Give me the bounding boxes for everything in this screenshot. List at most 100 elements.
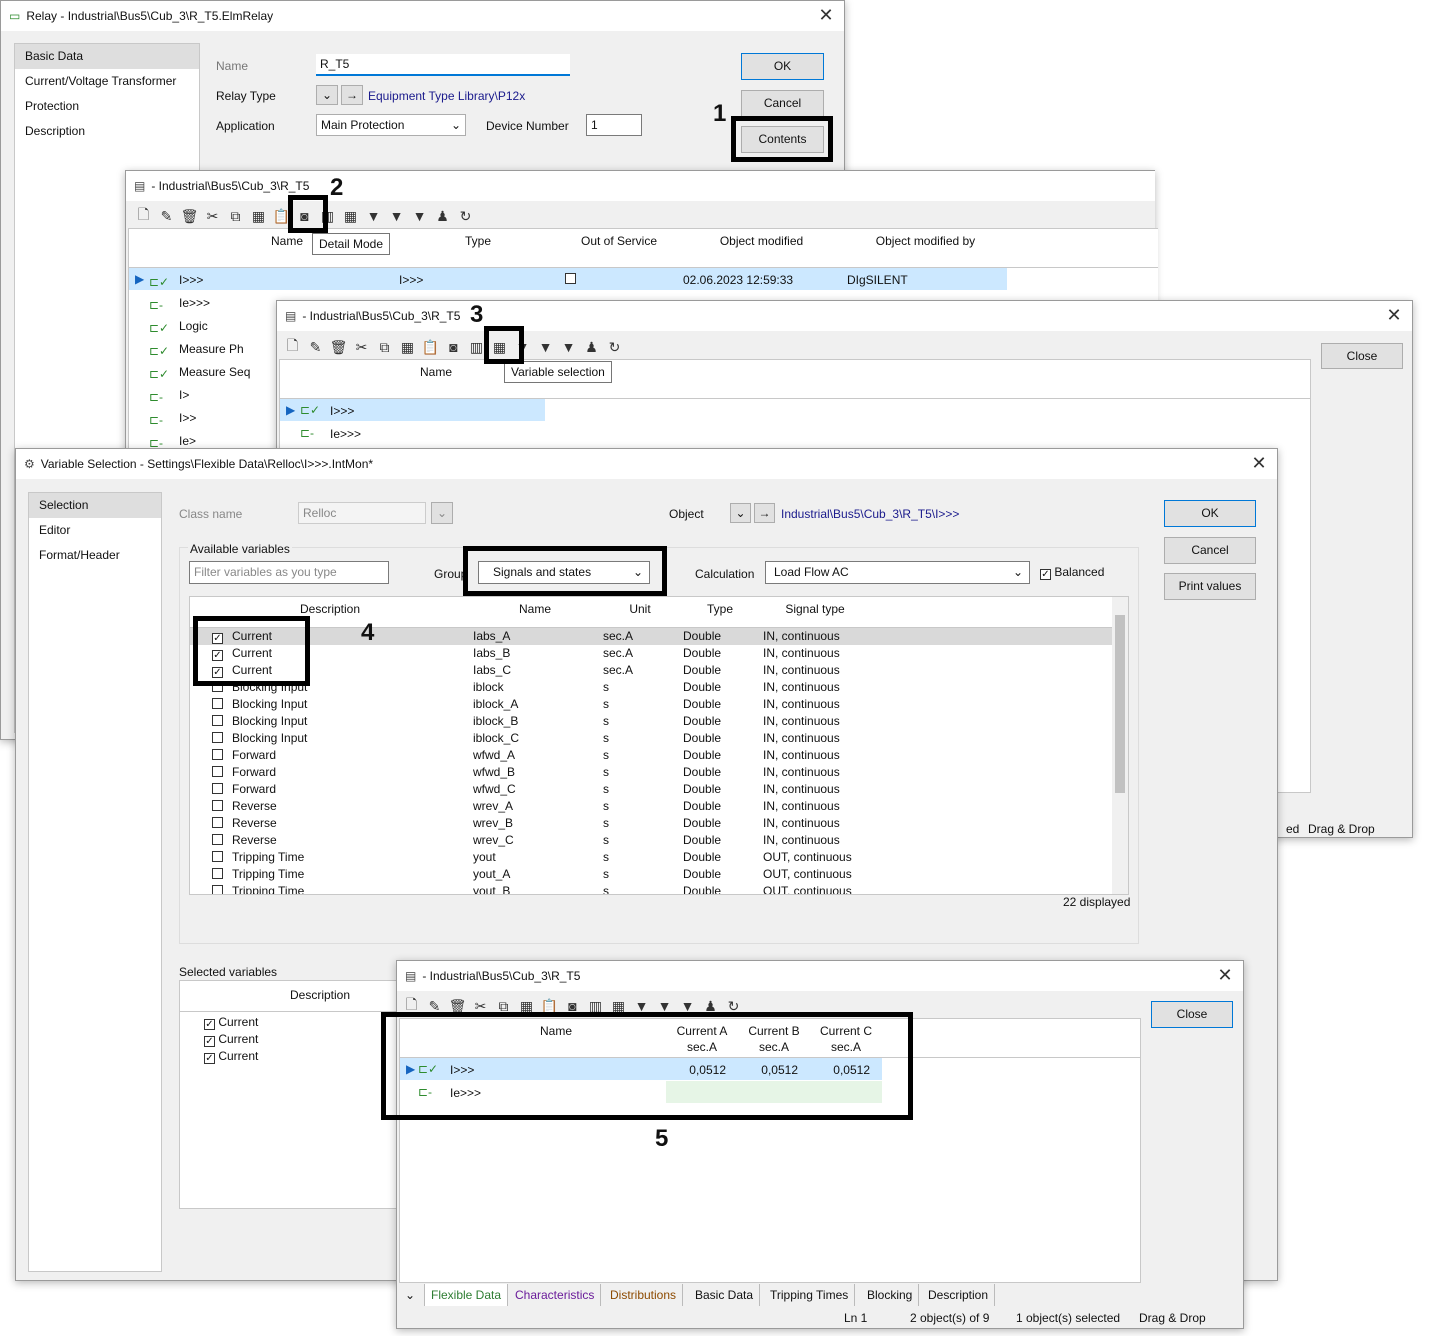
col-header-object-modified[interactable]: Object modified	[679, 233, 844, 249]
cut-icon[interactable]: ✂	[350, 339, 373, 356]
filter-a-icon[interactable]: ▼	[534, 339, 557, 355]
close-icon[interactable]: ✕	[1382, 304, 1406, 328]
variable-row[interactable]: Blocking Input iblock_C s Double IN, continu…	[190, 730, 1112, 747]
calculation-select[interactable]: Load Flow AC ⌄	[765, 561, 1030, 584]
new-object-icon[interactable]: 🗋	[281, 335, 304, 359]
variable-row[interactable]: Tripping Time yout_B s Double OUT, continuou…	[190, 883, 1112, 894]
close-icon[interactable]: ✕	[814, 4, 838, 28]
variable-checkbox[interactable]	[212, 747, 223, 764]
nav-item-editor[interactable]: Editor	[29, 518, 161, 543]
cut-icon[interactable]: ✂	[201, 208, 224, 225]
cancel-button[interactable]: Cancel	[741, 90, 824, 117]
variable-row[interactable]: ✓ Current Iabs_C sec.A Double IN, continuous	[190, 662, 1112, 679]
filter-a-icon[interactable]: ▼	[385, 208, 408, 224]
new-object-icon[interactable]: 🗋	[132, 204, 155, 228]
selected-variable[interactable]: ✓ Current	[204, 1032, 258, 1047]
col-header-description[interactable]: Description	[180, 987, 408, 1003]
close-icon[interactable]: ✕	[1213, 964, 1237, 988]
tab-description[interactable]: Description	[922, 1284, 996, 1306]
relay-type-jump-button[interactable]: →	[341, 85, 363, 105]
variable-row[interactable]: Reverse wrev_B s Double IN, continuous	[190, 815, 1112, 832]
tab-distributions[interactable]: Distributions	[604, 1284, 684, 1306]
col-header-unit[interactable]: Unit	[600, 601, 680, 617]
detail-mode-icon[interactable]: ◙	[442, 339, 465, 355]
variable-checkbox[interactable]	[212, 883, 223, 894]
nav-item-selection[interactable]: Selection	[29, 493, 161, 518]
cancel-button[interactable]: Cancel	[1164, 537, 1256, 564]
variable-checkbox[interactable]	[212, 713, 223, 730]
variable-row[interactable]: Forward wfwd_A s Double IN, continuous	[190, 747, 1112, 764]
filter-icon[interactable]: ▼	[362, 208, 385, 224]
col-header-description[interactable]: Description	[190, 601, 470, 617]
edit-icon[interactable]: ✎	[155, 208, 178, 225]
variable-row[interactable]: Blocking Input iblock_A s Double IN, continu…	[190, 696, 1112, 713]
variable-row[interactable]: Forward wfwd_C s Double IN, continuous	[190, 781, 1112, 798]
paste-icon[interactable]: 📋	[419, 339, 442, 356]
copy-data-icon[interactable]: ▦	[396, 339, 419, 356]
variable-checkbox[interactable]	[212, 696, 223, 713]
variable-row[interactable]: Forward wfwd_B s Double IN, continuous	[190, 764, 1112, 781]
variable-row[interactable]: ✓ Current Iabs_A sec.A Double IN, continuous	[190, 628, 1112, 645]
drag-drop-status[interactable]: Drag & Drop	[1308, 822, 1375, 836]
tab-flexible-data[interactable]: Flexible Data	[425, 1284, 509, 1306]
selected-variable[interactable]: ✓ Current	[204, 1049, 258, 1064]
col-header-out-of-service[interactable]: Out of Service	[559, 233, 679, 249]
close-icon[interactable]: ✕	[1247, 452, 1271, 476]
row-expand-icon[interactable]: ▶	[286, 403, 295, 417]
variable-row[interactable]: Reverse wrev_C s Double IN, continuous	[190, 832, 1112, 849]
variable-row[interactable]: ✓ Current Iabs_B sec.A Double IN, continuous	[190, 645, 1112, 662]
relay-type-link[interactable]: Equipment Type Library\P12x	[368, 89, 525, 103]
relay-type-dropdown-button[interactable]: ⌄	[316, 85, 338, 105]
name-field[interactable]: R_T5	[316, 54, 570, 76]
grid-icon[interactable]: ▦	[339, 208, 362, 225]
status-drag-drop[interactable]: Drag & Drop	[1139, 1311, 1206, 1325]
user-icon[interactable]: ♟	[580, 339, 603, 356]
selected-variable[interactable]: ✓ Current	[204, 1015, 258, 1030]
variable-checkbox[interactable]	[212, 866, 223, 883]
tab-collapse-button[interactable]: ⌄	[399, 1284, 425, 1306]
print-values-button[interactable]: Print values	[1164, 573, 1256, 600]
row-expand-icon[interactable]: ▶	[135, 272, 144, 286]
variable-row[interactable]: Blocking Input iblock s Double IN, continuou…	[190, 679, 1112, 696]
variable-checkbox[interactable]	[212, 832, 223, 849]
nav-item-basic-data[interactable]: Basic Data	[15, 44, 199, 69]
tab-blocking[interactable]: Blocking	[861, 1284, 920, 1306]
copy-icon[interactable]: ⧉	[224, 208, 247, 225]
nav-item-protection[interactable]: Protection	[15, 94, 199, 119]
close-button[interactable]: Close	[1321, 343, 1403, 369]
copy-icon[interactable]: ⧉	[373, 339, 396, 356]
filter-time-icon[interactable]: ▼	[408, 208, 431, 224]
variable-checkbox[interactable]	[212, 815, 223, 832]
variable-checkbox[interactable]	[212, 730, 223, 747]
delete-icon[interactable]: 🗑	[178, 208, 201, 225]
variable-checkbox[interactable]	[212, 764, 223, 781]
variable-row[interactable]: Reverse wrev_A s Double IN, continuous	[190, 798, 1112, 815]
user-icon[interactable]: ♟	[431, 208, 454, 225]
tab-tripping-times[interactable]: Tripping Times	[764, 1284, 856, 1306]
variable-row[interactable]: Tripping Time yout s Double OUT, continuous	[190, 849, 1112, 866]
edit-icon[interactable]: ✎	[304, 339, 327, 356]
object-dropdown-button[interactable]: ⌄	[730, 503, 751, 523]
variable-row[interactable]: Blocking Input iblock_B s Double IN, continu…	[190, 713, 1112, 730]
application-select[interactable]: Main Protection ⌄	[316, 114, 466, 136]
filter-input[interactable]: Filter variables as you type	[189, 561, 389, 584]
ok-button[interactable]: OK	[741, 53, 824, 80]
variable-checkbox[interactable]	[212, 849, 223, 866]
copy-data-icon[interactable]: ▦	[247, 208, 270, 225]
variable-checkbox[interactable]	[212, 781, 223, 798]
scrollbar-thumb[interactable]	[1115, 615, 1125, 793]
col-header-type[interactable]: Type	[397, 233, 559, 249]
variable-row[interactable]: Tripping Time yout_A s Double OUT, continuou…	[190, 866, 1112, 883]
refresh-icon[interactable]: ↻	[454, 208, 477, 225]
tab-basic-data[interactable]: Basic Data	[689, 1284, 761, 1306]
col-header-signal-type[interactable]: Signal type	[760, 601, 870, 617]
col-header-name[interactable]: Name	[470, 601, 600, 617]
refresh-icon[interactable]: ↻	[603, 339, 626, 356]
out-of-service-checkbox[interactable]	[565, 272, 576, 286]
tab-characteristics[interactable]: Characteristics	[509, 1284, 602, 1306]
nav-item-format-header[interactable]: Format/Header	[29, 543, 161, 568]
device-number-stepper[interactable]: 1	[586, 114, 642, 136]
object-jump-button[interactable]: →	[754, 503, 775, 523]
object-link[interactable]: Industrial\Bus5\Cub_3\R_T5\I>>>	[781, 507, 959, 521]
close-button[interactable]: Close	[1151, 1001, 1233, 1028]
